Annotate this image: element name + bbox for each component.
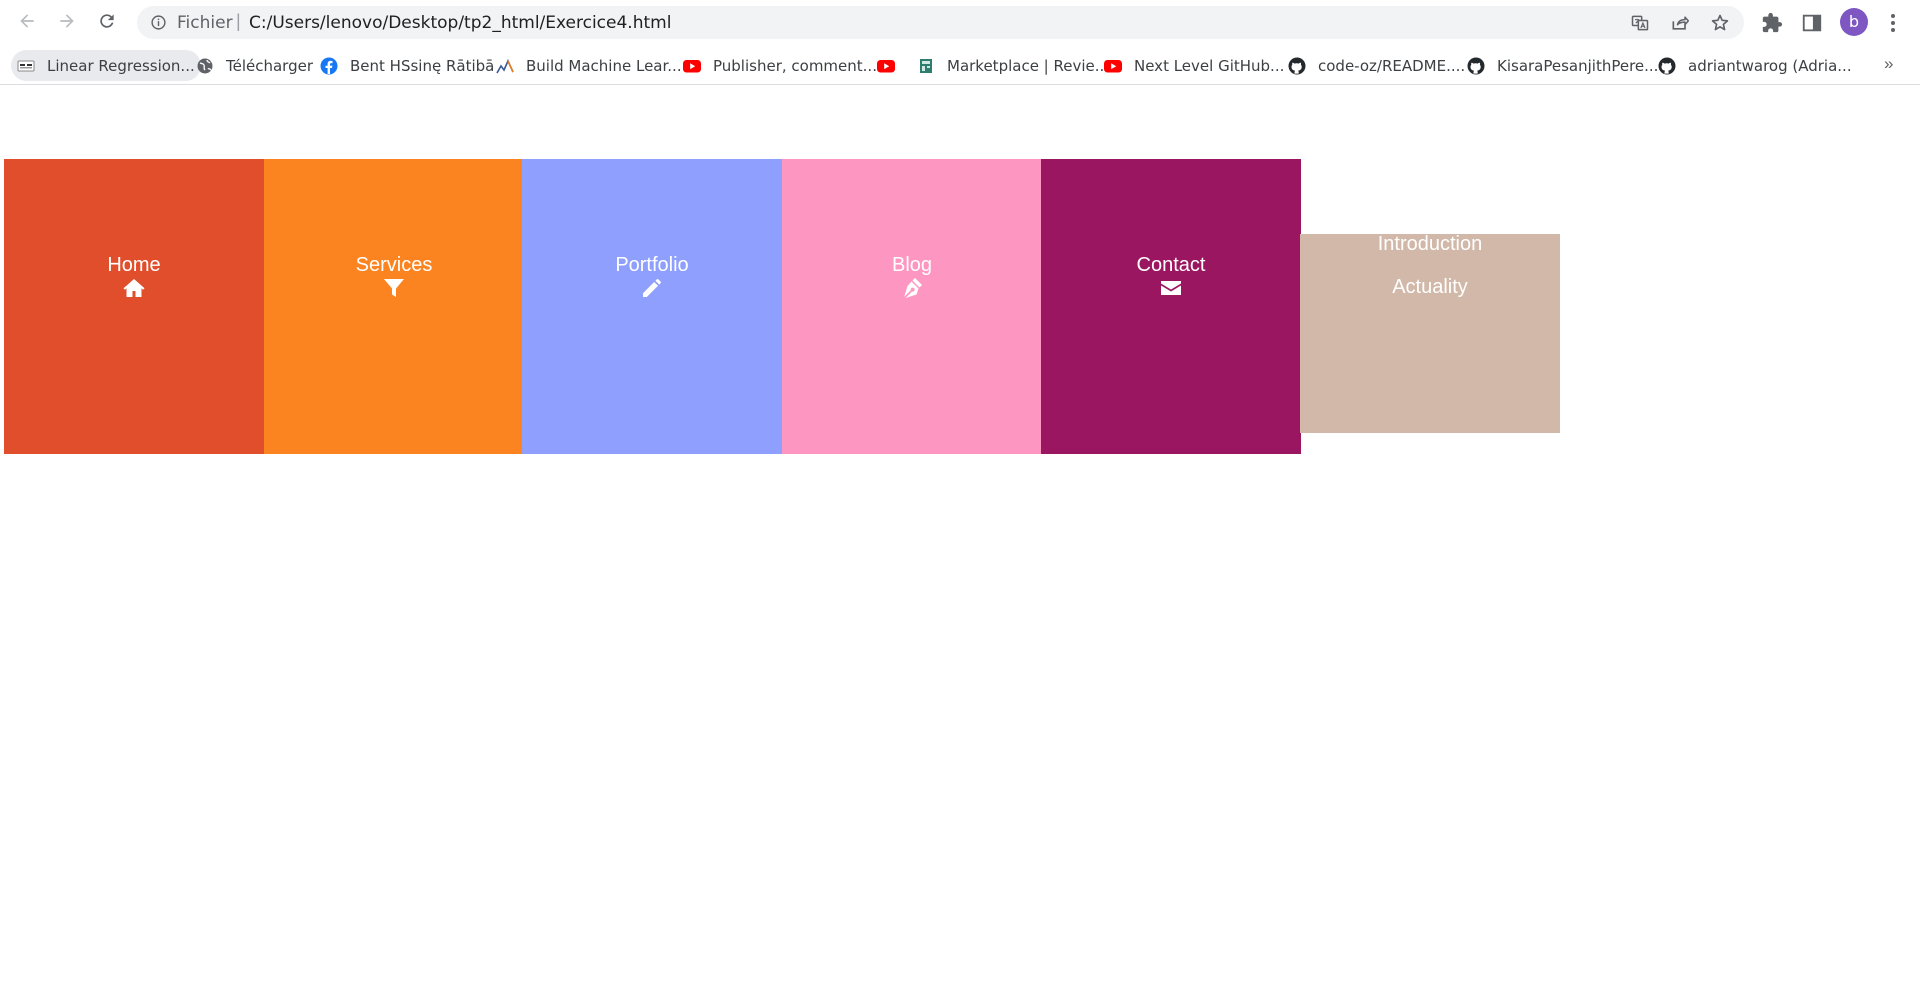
marketplace-favicon (917, 57, 935, 75)
menu-icon[interactable] (1886, 10, 1900, 36)
submenu-item-introduction[interactable]: Introduction (1300, 232, 1560, 256)
scheme-label: Fichier (177, 13, 233, 33)
dataset-favicon (17, 57, 35, 75)
forward-button[interactable] (53, 9, 81, 37)
bookmarks-overflow-button[interactable]: » (1884, 54, 1893, 74)
filter-icon (382, 276, 406, 300)
github-favicon (1467, 57, 1485, 75)
envelope-icon (1159, 276, 1183, 300)
bookmark-item[interactable]: adriantwarog (Adria... (1652, 50, 1858, 81)
youtube-favicon (683, 57, 701, 75)
share-icon[interactable] (1670, 13, 1690, 33)
bookmark-item[interactable]: Build Machine Lear... (490, 50, 688, 81)
menu-item-blog[interactable]: Blog (782, 159, 1042, 454)
menu-item-contact[interactable]: Contact (1041, 159, 1301, 454)
bookmark-label: Next Level GitHub... (1134, 56, 1285, 75)
menu-item-label: Home (107, 254, 161, 276)
bookmark-item[interactable]: Next Level GitHub... (1098, 50, 1290, 81)
address-bar[interactable]: Fichier | C:/Users/lenovo/Desktop/tp2_ht… (137, 6, 1744, 39)
bookmark-item[interactable]: Télécharger (190, 50, 319, 81)
bookmark-label: KisaraPesanjithPere... (1497, 56, 1659, 75)
side-panel-icon[interactable] (1801, 12, 1823, 34)
back-button[interactable] (13, 9, 41, 37)
home-icon (122, 276, 146, 300)
bookmark-label: Linear Regression... (47, 56, 195, 75)
submenu-item-actuality[interactable]: Actuality (1300, 275, 1560, 299)
info-icon[interactable] (150, 14, 167, 31)
bookmark-item[interactable]: Bent HSsinę Rātibā (314, 50, 500, 81)
profile-avatar[interactable]: b (1840, 8, 1868, 36)
star-icon[interactable] (1710, 13, 1730, 33)
bookmark-label: Télécharger (226, 56, 314, 75)
bookmark-label: Marketplace | Revie... (947, 56, 1110, 75)
submenu-dropdown: Introduction Actuality (1300, 232, 1560, 433)
bookmark-item[interactable] (871, 50, 901, 81)
bookmark-label: Publisher, comment... (713, 56, 877, 75)
youtube-favicon (1104, 57, 1122, 75)
menu-item-label: Blog (891, 254, 933, 276)
github-favicon (1288, 57, 1306, 75)
translate-icon[interactable] (1630, 13, 1650, 33)
bookmark-item[interactable]: Linear Regression... (11, 50, 201, 81)
bookmark-item[interactable]: Marketplace | Revie... (911, 50, 1115, 81)
menu-item-label: Contact (1136, 254, 1206, 276)
menu-item-label: Services (355, 254, 433, 276)
bookmarks-bar: Linear Regression... Télécharger Bent HS… (0, 46, 1920, 85)
bookmark-label: code-oz/README.... (1318, 56, 1466, 75)
reload-icon (97, 11, 117, 36)
menu-item-services[interactable]: Services (264, 159, 524, 454)
youtube-favicon (877, 57, 895, 75)
bookmark-item[interactable]: KisaraPesanjithPere... (1461, 50, 1664, 81)
globe-favicon (196, 57, 214, 75)
scheme-separator: | (236, 11, 241, 31)
page-content: Home Services Portfolio Blog Contact Int… (0, 86, 1920, 987)
menu-item-home[interactable]: Home (4, 159, 264, 454)
bookmark-item[interactable]: Publisher, comment... (677, 50, 883, 81)
chart-favicon (496, 57, 514, 75)
pen-nib-icon (900, 276, 924, 300)
bookmark-label: Build Machine Lear... (526, 56, 682, 75)
bookmark-item[interactable]: code-oz/README.... (1282, 50, 1471, 81)
menu-item-portfolio[interactable]: Portfolio (522, 159, 782, 454)
url-text[interactable]: C:/Users/lenovo/Desktop/tp2_html/Exercic… (249, 13, 671, 33)
pencil-icon (640, 276, 664, 300)
bookmark-label: adriantwarog (Adria... (1688, 56, 1852, 75)
facebook-favicon (320, 57, 338, 75)
extensions-icon[interactable] (1761, 12, 1783, 34)
bookmark-label: Bent HSsinę Rātibā (350, 56, 495, 75)
reload-button[interactable] (93, 9, 121, 37)
github-favicon (1658, 57, 1676, 75)
forward-icon (57, 11, 77, 36)
menu-item-label: Portfolio (615, 254, 689, 276)
browser-toolbar: Fichier | C:/Users/lenovo/Desktop/tp2_ht… (0, 0, 1920, 46)
back-icon (17, 11, 37, 36)
